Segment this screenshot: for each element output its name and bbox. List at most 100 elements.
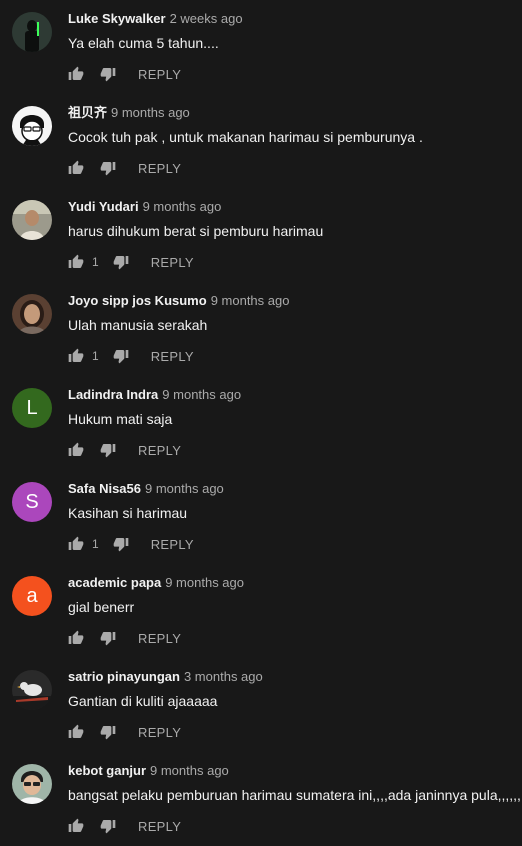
thumb-down-icon bbox=[113, 350, 129, 364]
dislike-button[interactable] bbox=[111, 346, 131, 366]
thumb-down-icon bbox=[100, 820, 116, 834]
avatar[interactable]: L bbox=[12, 388, 52, 428]
reply-button[interactable]: REPLY bbox=[138, 161, 181, 176]
thumb-down-icon bbox=[100, 162, 116, 176]
person-photo-avatar bbox=[12, 294, 52, 334]
figure-dark-avatar bbox=[12, 12, 52, 52]
reply-button[interactable]: REPLY bbox=[138, 725, 181, 740]
author-name[interactable]: Luke Skywalker bbox=[68, 11, 166, 26]
author-name[interactable]: Joyo sipp jos Kusumo bbox=[68, 293, 207, 308]
comment-item: 祖贝齐 9 months ago Cocok tuh pak , untuk ma… bbox=[0, 94, 522, 188]
thumb-up-icon bbox=[68, 160, 84, 174]
avatar[interactable]: a bbox=[12, 576, 52, 616]
comment-actions: REPLY bbox=[66, 158, 181, 178]
reply-button[interactable]: REPLY bbox=[151, 349, 194, 364]
comment-text: Ulah manusia serakah bbox=[68, 317, 208, 333]
comment-actions: REPLY bbox=[66, 628, 181, 648]
comment-time[interactable]: 9 months ago bbox=[150, 763, 229, 778]
author-name[interactable]: Yudi Yudari bbox=[68, 199, 139, 214]
avatar[interactable] bbox=[12, 670, 52, 710]
comment-item: S Safa Nisa56 9 months ago Kasihan si har… bbox=[0, 470, 522, 564]
avatar[interactable] bbox=[12, 764, 52, 804]
avatar-letter: S bbox=[25, 490, 39, 513]
dislike-button[interactable] bbox=[98, 816, 118, 836]
comment-text: Gantian di kuliti ajaaaaa bbox=[68, 693, 218, 709]
author-name[interactable]: satrio pinayungan bbox=[68, 669, 180, 684]
dislike-button[interactable] bbox=[98, 440, 118, 460]
like-button[interactable] bbox=[66, 440, 86, 460]
like-count: 1 bbox=[92, 349, 99, 363]
like-button[interactable] bbox=[66, 816, 86, 836]
thumb-up-icon bbox=[68, 818, 84, 832]
comment-actions: REPLY bbox=[66, 722, 181, 742]
reply-button[interactable]: REPLY bbox=[138, 67, 181, 82]
like-button[interactable] bbox=[66, 628, 86, 648]
reply-button[interactable]: REPLY bbox=[151, 537, 194, 552]
comment-text: Ya elah cuma 5 tahun.... bbox=[68, 35, 219, 51]
author-name[interactable]: Safa Nisa56 bbox=[68, 481, 141, 496]
reply-button[interactable]: REPLY bbox=[151, 255, 194, 270]
comment-item: Joyo sipp jos Kusumo 9 months ago Ulah ma… bbox=[0, 282, 522, 376]
avatar-letter: a bbox=[26, 584, 38, 607]
like-button[interactable] bbox=[66, 534, 86, 554]
like-button[interactable] bbox=[66, 158, 86, 178]
thumb-down-icon bbox=[100, 68, 116, 82]
person-photo-avatar bbox=[12, 764, 52, 804]
dislike-button[interactable] bbox=[98, 628, 118, 648]
avatar[interactable] bbox=[12, 294, 52, 334]
cartoon-face-avatar bbox=[12, 106, 52, 146]
comment-actions: REPLY bbox=[66, 440, 181, 460]
reply-button[interactable]: REPLY bbox=[138, 443, 181, 458]
avatar[interactable] bbox=[12, 200, 52, 240]
like-button[interactable] bbox=[66, 346, 86, 366]
comment-item: L Ladindra Indra 9 months ago Hukum mati … bbox=[0, 376, 522, 470]
comment-time[interactable]: 9 months ago bbox=[162, 387, 241, 402]
comment-time[interactable]: 3 months ago bbox=[184, 669, 263, 684]
reply-button[interactable]: REPLY bbox=[138, 819, 181, 834]
comment-text: gial benerr bbox=[68, 599, 135, 615]
comment-item: satrio pinayungan 3 months ago Gantian di… bbox=[0, 658, 522, 752]
reply-button[interactable]: REPLY bbox=[138, 631, 181, 646]
comment-item: Yudi Yudari 9 months ago harus dihukum be… bbox=[0, 188, 522, 282]
bird-photo-avatar bbox=[12, 670, 52, 710]
avatar-letter: L bbox=[26, 396, 38, 419]
author-name[interactable]: 祖贝齐 bbox=[68, 105, 107, 120]
comment-time[interactable]: 9 months ago bbox=[111, 105, 190, 120]
author-name[interactable]: Ladindra Indra bbox=[68, 387, 158, 402]
avatar[interactable] bbox=[12, 12, 52, 52]
comment-time[interactable]: 9 months ago bbox=[143, 199, 222, 214]
like-count: 1 bbox=[92, 255, 99, 269]
thumb-down-icon bbox=[100, 726, 116, 740]
comment-actions: 1 REPLY bbox=[66, 346, 194, 366]
like-button[interactable] bbox=[66, 252, 86, 272]
like-button[interactable] bbox=[66, 64, 86, 84]
person-photo-avatar bbox=[12, 200, 52, 240]
like-button[interactable] bbox=[66, 722, 86, 742]
dislike-button[interactable] bbox=[111, 534, 131, 554]
comment-actions: REPLY bbox=[66, 64, 181, 84]
comment-text: harus dihukum berat si pemburu harimau bbox=[68, 223, 324, 239]
dislike-button[interactable] bbox=[98, 722, 118, 742]
comment-time[interactable]: 9 months ago bbox=[145, 481, 224, 496]
comment-text: bangsat pelaku pemburuan harimau sumater… bbox=[68, 787, 521, 803]
like-count: 1 bbox=[92, 537, 99, 551]
dislike-button[interactable] bbox=[98, 158, 118, 178]
comment-time[interactable]: 9 months ago bbox=[211, 293, 290, 308]
comment-actions: 1 REPLY bbox=[66, 252, 194, 272]
comment-actions: REPLY bbox=[66, 816, 181, 836]
avatar[interactable]: S bbox=[12, 482, 52, 522]
comment-item: kebot ganjur 9 months ago bangsat pelaku … bbox=[0, 752, 522, 846]
thumb-up-icon bbox=[68, 536, 84, 550]
dislike-button[interactable] bbox=[111, 252, 131, 272]
thumb-up-icon bbox=[68, 724, 84, 738]
comment-time[interactable]: 2 weeks ago bbox=[170, 11, 243, 26]
thumb-up-icon bbox=[68, 630, 84, 644]
dislike-button[interactable] bbox=[98, 64, 118, 84]
avatar[interactable] bbox=[12, 106, 52, 146]
comment-item: a academic papa 9 months ago gial benerr … bbox=[0, 564, 522, 658]
thumb-down-icon bbox=[113, 256, 129, 270]
comment-time[interactable]: 9 months ago bbox=[165, 575, 244, 590]
author-name[interactable]: academic papa bbox=[68, 575, 161, 590]
comment-text: Kasihan si harimau bbox=[68, 505, 188, 521]
author-name[interactable]: kebot ganjur bbox=[68, 763, 146, 778]
